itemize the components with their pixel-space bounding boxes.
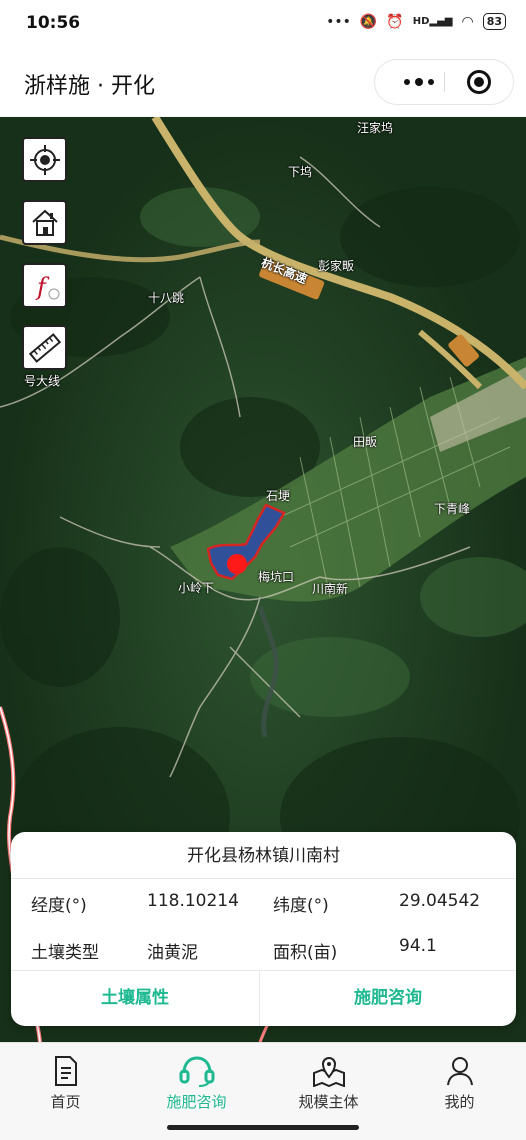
area-value: 94.1 — [399, 936, 437, 956]
soil-property-button[interactable]: 土壤属性 — [11, 971, 259, 1026]
tab-home[interactable]: 首页 — [0, 1043, 131, 1123]
parcel-location: 开化县杨林镇川南村 — [11, 832, 516, 879]
tab-mine-label: 我的 — [444, 1093, 475, 1111]
parcel-info-card: 开化县杨林镇川南村 经度(°) 118.10214 纬度(°) 29.04542… — [11, 832, 516, 1026]
wifi-icon: ◠ — [461, 13, 474, 30]
map-label-tiange: 田畈 — [353, 435, 378, 449]
more-menu-button[interactable] — [395, 60, 443, 104]
status-icons: ••• 🔕 ⏰ HD▂▄▆ ◠ 83 — [326, 13, 506, 30]
locate-button[interactable] — [22, 137, 67, 182]
status-bar: 10:56 ••• 🔕 ⏰ HD▂▄▆ ◠ 83 — [0, 0, 526, 48]
home-icon — [31, 209, 58, 236]
map-label-highway: 号大线 — [24, 374, 61, 388]
latitude-value: 29.04542 — [399, 891, 481, 911]
tab-fertilizer-consult-label: 施肥咨询 — [166, 1093, 227, 1111]
fertilizer-consult-button[interactable]: 施肥咨询 — [260, 971, 516, 1026]
tab-home-label: 首页 — [50, 1093, 81, 1111]
map-label-meikengkou: 梅坑口 — [258, 570, 295, 584]
status-time: 10:56 — [26, 13, 81, 33]
map-label-shikeng: 石埂 — [266, 489, 291, 503]
ruler-icon — [28, 332, 61, 363]
map-pin-icon — [312, 1057, 345, 1087]
page-title: 浙样施 · 开化 — [24, 74, 155, 99]
mini-program-capsule — [374, 59, 514, 105]
tab-scale-entity[interactable]: 规模主体 — [263, 1043, 394, 1123]
close-mini-program-icon[interactable] — [467, 70, 491, 94]
locate-icon — [29, 144, 60, 175]
longitude-value: 118.10214 — [147, 891, 239, 911]
formula-button[interactable]: f — [22, 263, 67, 308]
latitude-label: 纬度(°) — [273, 896, 329, 916]
area-label: 面积(亩) — [273, 943, 338, 963]
home-view-button[interactable] — [22, 200, 67, 245]
document-icon — [54, 1056, 77, 1086]
alarm-icon: ⏰ — [386, 13, 404, 30]
measure-button[interactable] — [22, 325, 67, 370]
formula-icon: f — [35, 273, 59, 301]
soil-type-label: 土壤类型 — [31, 943, 99, 963]
map-label-pengjiafan: 彭家畈 — [318, 259, 355, 273]
location-marker[interactable] — [227, 554, 247, 574]
signal-icon: HD▂▄▆ — [412, 16, 453, 27]
battery-icon: 83 — [482, 13, 506, 30]
map-label-shibatiao: 十八跳 — [148, 291, 185, 305]
tab-fertilizer-consult[interactable]: 施肥咨询 — [131, 1043, 262, 1123]
home-indicator — [167, 1125, 359, 1130]
user-icon — [446, 1057, 473, 1086]
headset-icon — [179, 1056, 214, 1087]
mute-bell-icon: 🔕 — [359, 13, 378, 30]
soil-type-value: 油黄泥 — [147, 943, 198, 963]
tab-scale-entity-label: 规模主体 — [298, 1093, 359, 1111]
longitude-label: 经度(°) — [31, 896, 87, 916]
map-label-xiaolingxia: 小岭下 — [178, 581, 215, 595]
map-label-xiaqingya: 下青峰 — [434, 502, 471, 516]
more-dots-icon: ••• — [326, 13, 351, 30]
map-label-xiawu: 下坞 — [288, 165, 313, 179]
nav-bar: 浙样施 · 开化 — [0, 48, 526, 116]
map-label-wangjiawu: 汪家坞 — [357, 121, 394, 135]
svg-text:f: f — [35, 273, 50, 301]
capsule-divider — [444, 72, 445, 92]
tab-mine[interactable]: 我的 — [394, 1043, 525, 1123]
map-label-chuannanxin: 川南新 — [312, 582, 349, 596]
